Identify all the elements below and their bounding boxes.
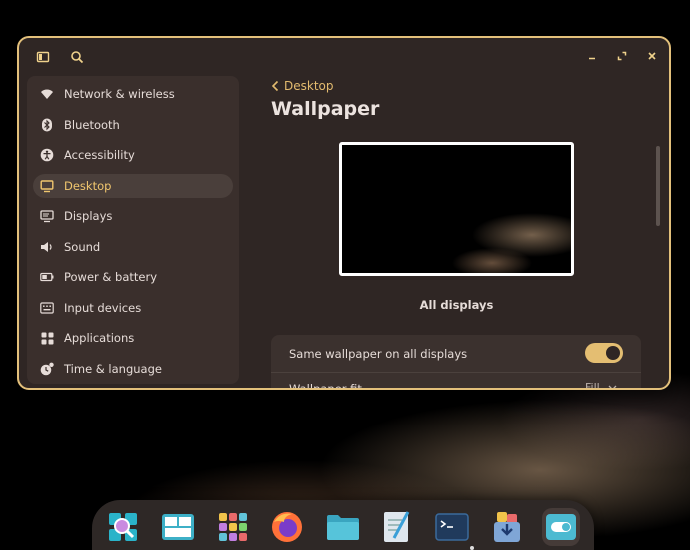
wallpaper-settings-card: Same wallpaper on all displays Wallpaper… <box>271 335 641 390</box>
close-button[interactable] <box>642 48 662 68</box>
sidebar-item-label: Sound <box>64 239 101 254</box>
settings-icon <box>546 514 576 540</box>
sidebar-toggle-icon <box>36 51 50 63</box>
terminal-icon <box>435 513 469 541</box>
dock-workspaces[interactable] <box>159 508 197 546</box>
bluetooth-icon <box>39 117 55 133</box>
clock-icon <box>39 361 55 377</box>
maximize-button[interactable] <box>612 48 632 68</box>
settings-sidebar: Network & wireless Bluetooth Accessibili… <box>27 76 239 384</box>
dock-files[interactable] <box>324 508 362 546</box>
sidebar-item-network-wireless[interactable]: Network & wireless <box>33 82 233 106</box>
sidebar-item-label: Desktop <box>64 178 112 193</box>
wallpaper-fit-dropdown[interactable]: Fill <box>585 381 617 390</box>
dock-firefox[interactable] <box>268 508 306 546</box>
search-icon <box>71 51 84 64</box>
applications-grid-icon <box>39 330 55 346</box>
sidebar-item-time-language[interactable]: Time & language <box>33 357 233 381</box>
accessibility-icon <box>39 147 55 163</box>
sidebar-toggle-button[interactable] <box>33 48 53 68</box>
toggle-knob <box>606 346 620 360</box>
battery-icon <box>39 269 55 285</box>
preview-caption: All displays <box>419 298 494 312</box>
sidebar-item-label: Input devices <box>64 300 142 315</box>
store-icon <box>494 512 520 542</box>
wallpaper-fit-value: Fill <box>585 381 600 390</box>
chevron-down-icon <box>608 385 617 388</box>
keyboard-icon <box>39 300 55 316</box>
desktop-icon <box>39 178 55 194</box>
dock-text-editor[interactable] <box>378 508 416 546</box>
sidebar-item-label: Network & wireless <box>64 87 175 101</box>
same-wallpaper-toggle[interactable] <box>585 343 623 363</box>
back-link[interactable]: Desktop <box>271 76 334 96</box>
sidebar-item-label: Bluetooth <box>64 117 120 132</box>
dock <box>92 500 594 550</box>
files-icon <box>327 515 359 540</box>
workspaces-icon <box>162 514 194 540</box>
sidebar-item-label: Displays <box>64 209 113 223</box>
running-indicator <box>470 546 474 550</box>
row-divider <box>271 372 641 373</box>
minimize-button[interactable] <box>582 48 602 68</box>
firefox-icon <box>272 512 302 542</box>
speaker-icon <box>39 239 55 255</box>
dock-terminal[interactable] <box>433 508 471 546</box>
back-link-label: Desktop <box>284 79 334 93</box>
sidebar-item-power-battery[interactable]: Power & battery <box>33 265 233 289</box>
launcher-icon <box>109 513 137 541</box>
sidebar-item-label: Power & battery <box>64 270 158 284</box>
sidebar-item-sound[interactable]: Sound <box>33 235 233 259</box>
search-button[interactable] <box>67 48 87 68</box>
settings-window: Network & wireless Bluetooth Accessibili… <box>17 36 671 390</box>
text-editor-icon <box>384 511 410 542</box>
dock-store[interactable] <box>488 508 526 546</box>
wifi-icon <box>39 86 55 102</box>
app-library-icon <box>219 513 247 541</box>
sidebar-item-label: Accessibility <box>64 148 135 162</box>
sidebar-item-displays[interactable]: Displays <box>33 204 233 228</box>
wallpaper-preview[interactable] <box>339 142 574 276</box>
same-wallpaper-label: Same wallpaper on all displays <box>289 347 468 361</box>
title-bar <box>19 38 669 78</box>
minimize-icon <box>589 57 595 60</box>
sidebar-item-input-devices[interactable]: Input devices <box>33 296 233 320</box>
displays-icon <box>39 208 55 224</box>
sidebar-item-desktop[interactable]: Desktop <box>33 173 233 198</box>
wallpaper-fit-label: Wallpaper fit <box>289 382 362 390</box>
sidebar-item-bluetooth[interactable]: Bluetooth <box>33 113 233 137</box>
dock-launcher[interactable] <box>104 508 142 546</box>
sidebar-item-applications[interactable]: Applications <box>33 326 233 350</box>
dock-settings[interactable] <box>542 508 580 546</box>
content-scrollbar[interactable] <box>656 146 660 226</box>
page-title: Wallpaper <box>271 98 380 120</box>
sidebar-item-accessibility[interactable]: Accessibility <box>33 143 233 167</box>
sidebar-item-label: Time & language <box>64 361 162 376</box>
dock-app-library[interactable] <box>214 508 252 546</box>
close-icon <box>648 52 656 60</box>
maximize-icon <box>617 51 627 61</box>
chevron-left-icon <box>271 80 279 92</box>
sidebar-item-label: Applications <box>64 331 135 345</box>
wallpaper-page: Desktop Wallpaper All displays Same wall… <box>239 76 669 390</box>
